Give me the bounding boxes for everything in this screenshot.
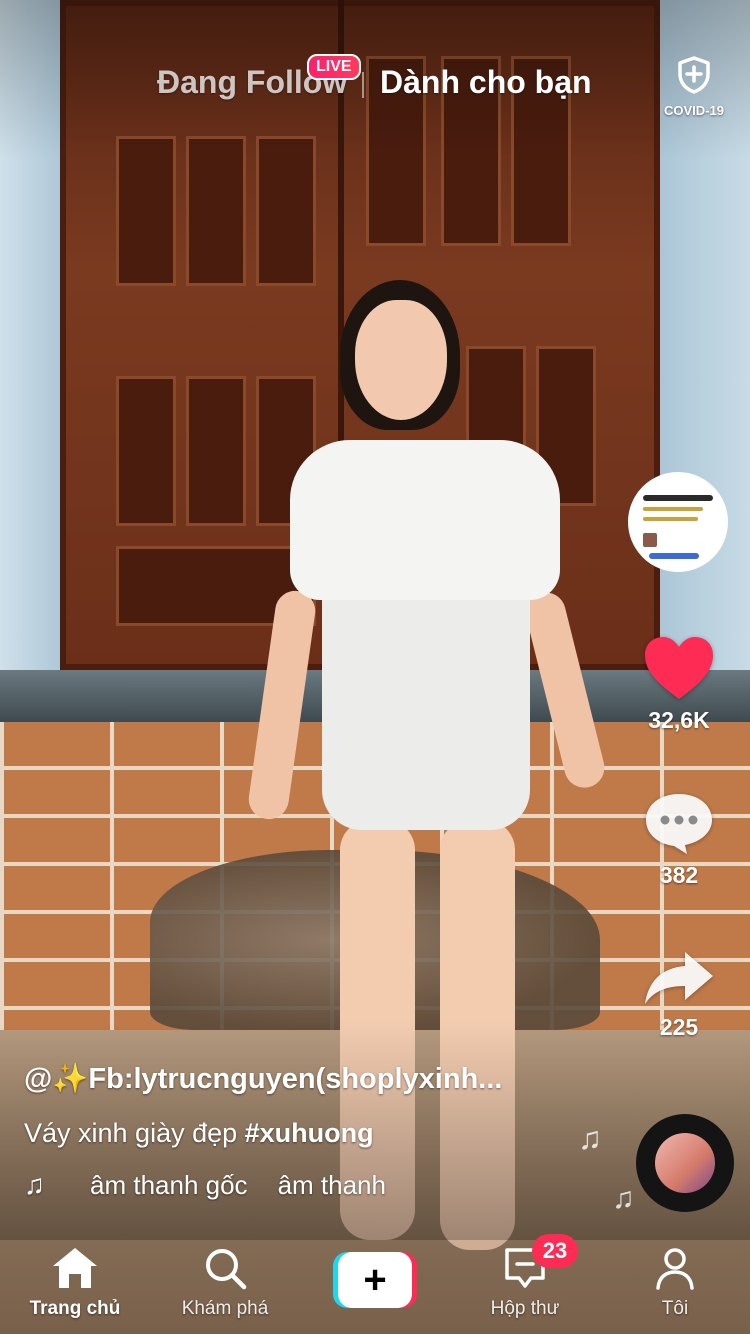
video-caption: @✨Fb:lytrucnguyen(shoplyxinh... Váy xinh…: [24, 1062, 624, 1201]
like-button[interactable]: 32,6K: [620, 635, 738, 734]
tab-for-you[interactable]: Dành cho bạn: [380, 64, 592, 101]
author-handle[interactable]: @✨Fb:lytrucnguyen(shoplyxinh...: [24, 1062, 624, 1096]
share-count: 225: [659, 1014, 699, 1040]
like-count: 32,6K: [648, 707, 710, 733]
music-cover: [655, 1133, 715, 1193]
create-button[interactable]: +: [333, 1252, 417, 1308]
video-description: Váy xinh giày đẹp #xuhuong: [24, 1118, 624, 1149]
share-icon: [645, 952, 713, 1004]
profile-icon: [656, 1248, 694, 1290]
description-text: Váy xinh giày đẹp: [24, 1118, 245, 1148]
nav-home[interactable]: Trang chủ: [0, 1240, 150, 1334]
feed-tabs: Đang Follow LIVE Dành cho bạn: [0, 54, 750, 112]
comment-count: 382: [659, 862, 699, 888]
covid-button[interactable]: COVID-19: [662, 56, 726, 118]
bottom-nav: Trang chủ Khám phá + 23 Hộp thư Tôi: [0, 1234, 750, 1334]
nav-inbox-label: Hộp thư: [490, 1298, 560, 1319]
nav-create[interactable]: +: [300, 1240, 450, 1334]
nav-profile[interactable]: Tôi: [600, 1240, 750, 1334]
nav-profile-label: Tôi: [661, 1298, 689, 1319]
nav-home-label: Trang chủ: [29, 1298, 121, 1319]
comment-icon: [646, 794, 712, 854]
home-icon: [53, 1248, 97, 1288]
screen: Đang Follow LIVE Dành cho bạn COVID-19 3…: [0, 0, 750, 1334]
tab-divider: [362, 72, 364, 98]
comment-button[interactable]: 382: [620, 790, 738, 889]
floating-note-icon: ♫: [612, 1182, 635, 1215]
plus-icon: +: [338, 1252, 412, 1308]
music-note-icon: ♫: [24, 1169, 45, 1200]
floating-note-icon: ♫: [578, 1120, 602, 1156]
inbox-badge: 23: [532, 1234, 578, 1268]
music-title: âm thanh gốc: [90, 1169, 248, 1200]
nav-discover[interactable]: Khám phá: [150, 1240, 300, 1334]
nav-discover-label: Khám phá: [181, 1298, 269, 1319]
heart-icon: [645, 637, 713, 699]
creator-avatar[interactable]: [628, 472, 728, 572]
shield-icon: [678, 56, 710, 94]
search-icon: [206, 1249, 247, 1290]
covid-label: COVID-19: [664, 103, 724, 118]
music-title-repeat: âm thanh: [277, 1169, 386, 1200]
nav-inbox[interactable]: 23 Hộp thư: [450, 1234, 600, 1334]
music-marquee: âm thanh gốc âm thanh: [90, 1170, 420, 1201]
share-button[interactable]: 225: [620, 948, 738, 1041]
music-disc[interactable]: [636, 1114, 734, 1212]
live-badge[interactable]: LIVE: [307, 54, 361, 80]
hashtag-link[interactable]: #xuhuong: [245, 1118, 374, 1148]
music-row[interactable]: ♫ âm thanh gốc âm thanh: [24, 1169, 624, 1201]
